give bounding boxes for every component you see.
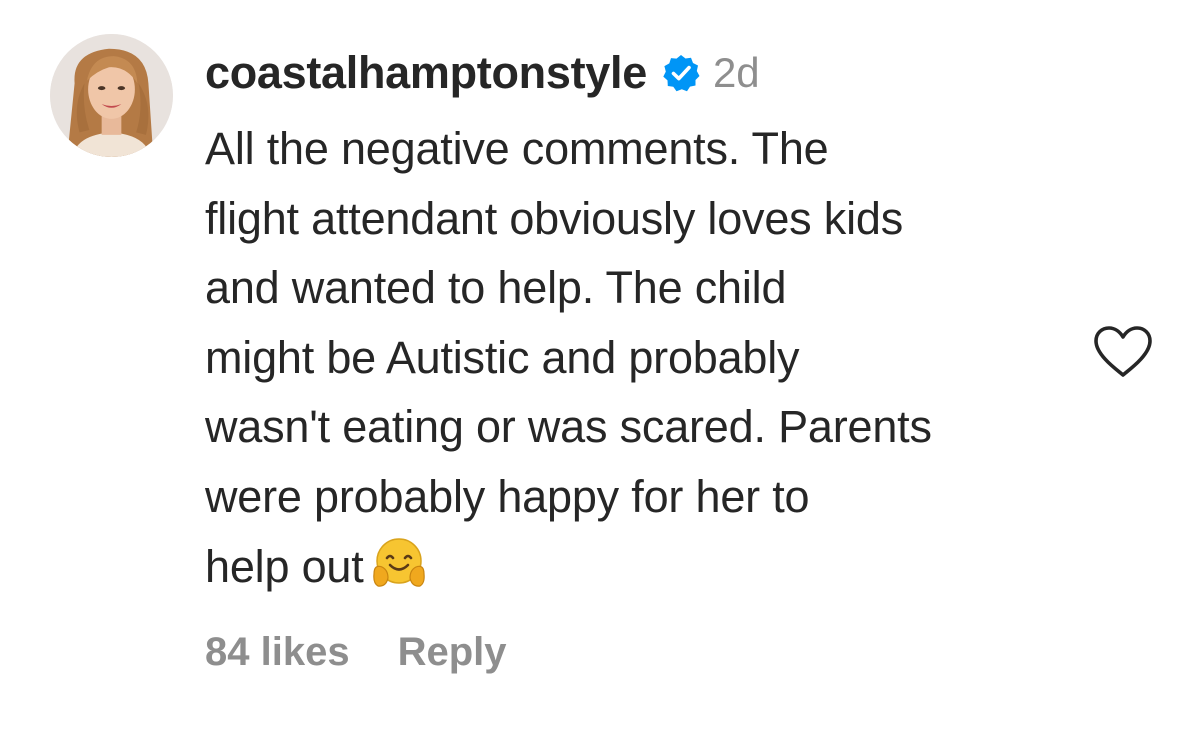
like-button[interactable] [1092, 325, 1154, 379]
avatar[interactable] [50, 34, 173, 157]
comment-text-line: were probably happy for her to [205, 470, 810, 522]
comment-timestamp[interactable]: 2d [713, 49, 760, 97]
comment-text-line: and wanted to help. The child [205, 262, 787, 314]
reply-button[interactable]: Reply [398, 630, 507, 675]
comment-text-last-line: help out [205, 532, 1075, 602]
comment-header: coastalhamptonstyle 2d [205, 47, 1075, 99]
comment-text-line: might be Autistic and probably [205, 331, 800, 383]
heart-outline-icon [1094, 326, 1152, 377]
comment-body: coastalhamptonstyle 2d All the negative … [205, 47, 1075, 601]
comment-text-line: help out [205, 540, 364, 592]
likes-count-button[interactable]: 84 likes [205, 630, 350, 675]
comment-actions: 84 likes Reply [205, 630, 507, 675]
comment-text-line: flight attendant obviously loves kids [205, 192, 904, 244]
hugging-face-emoji-icon [370, 534, 428, 592]
avatar-photo-icon [50, 34, 173, 157]
username-link[interactable]: coastalhamptonstyle [205, 47, 647, 99]
comment-text-line: All the negative comments. The [205, 123, 829, 174]
comment-text-line: wasn't eating or was scared. Parents [205, 401, 932, 453]
comment-text: All the negative comments. The flight at… [205, 114, 1075, 601]
comment-item: coastalhamptonstyle 2d All the negative … [0, 0, 1200, 733]
verified-badge-icon [661, 53, 701, 93]
